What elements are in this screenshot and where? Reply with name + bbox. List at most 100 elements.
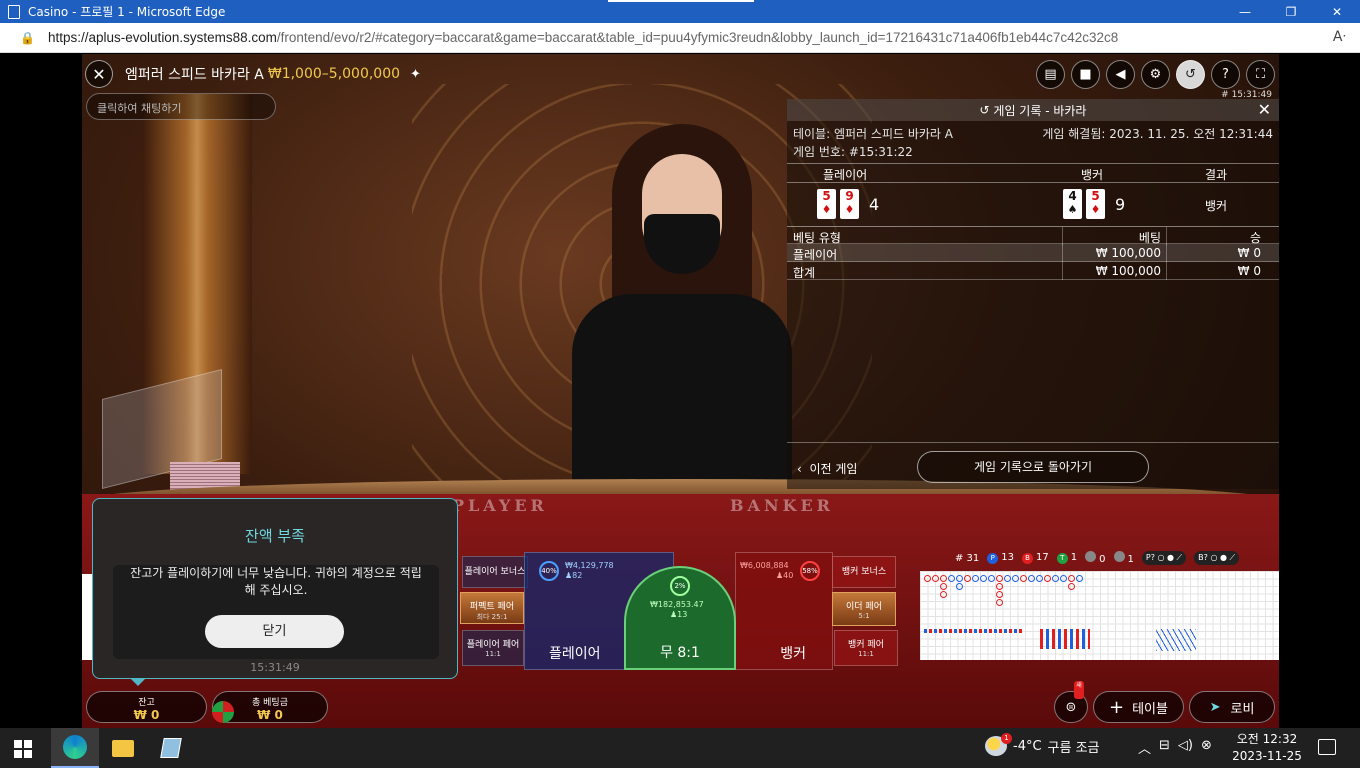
help-icon[interactable]: ? <box>1211 60 1240 89</box>
address-bar[interactable]: 🔒 https://aplus-evolution.systems88.com/… <box>0 23 1360 53</box>
close-history-icon[interactable]: ✕ <box>1258 100 1271 119</box>
folder-icon <box>112 739 134 757</box>
tie-pct: 2% <box>670 576 690 596</box>
tie-label: 무 8:1 <box>660 645 700 661</box>
history-table: 테이블: 엠퍼러 스피드 바카라 A <box>793 127 953 141</box>
banker-score: 9 <box>1115 195 1126 214</box>
banker-bet-spot[interactable]: ₩6,008,884 ♟40 58% 뱅커 <box>735 552 833 670</box>
browser-tab-icon <box>8 4 20 19</box>
close-dialog-button[interactable]: 닫기 <box>205 615 344 648</box>
weather-desc: 구름 조금 <box>1047 740 1100 756</box>
chat-icon[interactable]: ▤ <box>1036 60 1065 89</box>
previous-game-link[interactable]: ‹ 이전 게임 <box>797 460 857 477</box>
plus-icon: + <box>1109 696 1125 718</box>
history-footer: ‹ 이전 게임 게임 기록으로 돌아가기 <box>787 442 1279 489</box>
balance-pill[interactable]: 잔고 ₩ 0 <box>86 691 207 723</box>
table-limit: ₩1,000–5,000,000 <box>267 66 401 82</box>
tie-bet-spot[interactable]: 2% ₩182,853.47 ♟13 무 8:1 <box>624 566 736 670</box>
player-amount: ₩4,129,778 <box>565 561 614 570</box>
mute-x-icon[interactable]: ⊗ <box>1201 738 1212 757</box>
either-pair-spot[interactable]: 이더 페어 5:1 <box>832 592 896 626</box>
video-icon[interactable]: ■ <box>1071 60 1100 89</box>
banker-pair-spot[interactable]: 뱅커 페어 11:1 <box>834 630 898 666</box>
perfect-pair-spot[interactable]: 퍼펙트 페어 최다 25:1 <box>460 592 524 624</box>
felt-player-text: PLAYER <box>452 496 548 515</box>
dialog-time: 15:31:49 <box>250 661 300 674</box>
window-titlebar: Casino - 프로필 1 - Microsoft Edge — ❐ ✕ <box>0 0 1360 23</box>
banker-pair-count: 1 <box>1113 551 1134 565</box>
new-badge: 새 <box>1074 681 1084 699</box>
chevron-left-icon: ‹ <box>797 462 810 476</box>
close-game-button[interactable]: ✕ <box>85 60 113 88</box>
volume-icon[interactable]: ◁) <box>1178 738 1193 757</box>
restore-icon[interactable]: ❐ <box>1268 0 1314 23</box>
letterbox-right <box>1279 54 1360 728</box>
table-row: 합계 ₩ 100,000 ₩ 0 <box>787 262 1279 280</box>
banker-bonus-spot[interactable]: 뱅커 보너스 <box>832 556 896 588</box>
table-row: 플레이어 ₩ 100,000 ₩ 0 <box>787 244 1279 262</box>
back-to-history-button[interactable]: 게임 기록으로 돌아가기 <box>917 451 1149 483</box>
chat-input[interactable]: 클릭하여 채팅하기 <box>86 93 276 120</box>
history-info: 테이블: 엠퍼러 스피드 바카라 A 게임 번호: #15:31:22 게임 해… <box>787 121 1279 163</box>
history-title: 게임 기록 - 바카라 <box>993 103 1087 118</box>
banker-predict-button[interactable]: B? ○ ● ⟋ <box>1194 551 1240 565</box>
lobby-arrow-icon: ➤ <box>1209 699 1221 715</box>
felt-banker-text: BANKER <box>730 496 834 515</box>
explorer-taskbar-button[interactable] <box>99 728 147 768</box>
lock-icon[interactable]: 🔒 <box>20 31 35 45</box>
network-icon[interactable]: ⊟ <box>1159 738 1170 757</box>
weather-widget[interactable]: 1 -4°C 구름 조금 <box>985 733 1100 756</box>
minimize-icon[interactable]: — <box>1222 0 1268 23</box>
banker-amount: ₩6,008,884 <box>740 561 789 570</box>
col-banker: 뱅커 <box>1081 168 1104 182</box>
lobby-button[interactable]: ➤ 로비 <box>1189 691 1275 723</box>
notepad-icon <box>160 738 182 758</box>
game-history-panel: ↺ 게임 기록 - 바카라 ✕ 테이블: 엠퍼러 스피드 바카라 A 게임 번호… <box>787 99 1279 489</box>
notepad-taskbar-button[interactable] <box>147 728 195 768</box>
player-bonus-spot[interactable]: 플레이어 보너스 <box>462 556 528 588</box>
settings-gear-icon[interactable]: ⚙ <box>1141 60 1170 89</box>
dialog-tail <box>130 678 146 686</box>
chevron-up-icon[interactable]: ︿ <box>1138 738 1151 757</box>
url-text[interactable]: https://aplus-evolution.systems88.com/fr… <box>48 30 1118 45</box>
banker-card-2: 5 ♦ <box>1086 189 1105 219</box>
pin-icon[interactable]: ✦ <box>410 67 421 82</box>
close-window-icon[interactable]: ✕ <box>1314 0 1360 23</box>
chip-icon[interactable] <box>212 701 234 723</box>
sound-icon[interactable]: ◀ <box>1106 60 1135 89</box>
edge-taskbar-button[interactable] <box>51 728 99 768</box>
road-stats: # 31 P 13 B 17 T1 0 1 P? ○ ● ⟋ B? ○ ● ⟋ <box>955 550 1240 566</box>
windows-start-icon[interactable] <box>14 740 32 758</box>
banker-label: 뱅커 <box>780 646 806 662</box>
player-pair-spot[interactable]: 플레이어 페어 11:1 <box>462 630 524 666</box>
dialog-message: 잔고가 플레이하기에 너무 낮습니다. 귀하의 계정으로 적립해 주십시오. <box>130 566 422 597</box>
banker-card-1: 4 ♠ <box>1063 189 1082 219</box>
history-icon[interactable]: ↺ <box>1176 60 1205 89</box>
read-aloud-icon[interactable]: A͏ᐧ <box>1333 29 1346 45</box>
history-settled: 게임 해결됨: 2023. 11. 25. 오전 12:31:44 <box>1042 127 1273 141</box>
player-card-1: 5 ♦ <box>817 189 836 219</box>
bet-table-header: 베팅 유형 베팅 승 <box>787 226 1279 245</box>
tie-count: ♟13 <box>670 610 688 619</box>
taskbar-clock[interactable]: 오전 12:32 2023-11-25 <box>1232 731 1302 765</box>
player-predict-button[interactable]: P? ○ ● ⟋ <box>1141 551 1187 565</box>
table-button[interactable]: + 테이블 <box>1093 691 1184 723</box>
player-pct: 40% <box>539 561 559 581</box>
tie-amount: ₩182,853.47 <box>650 600 704 609</box>
dialog-title: 잔액 부족 <box>245 527 305 545</box>
table-name: 엠퍼러 스피드 바카라 A <box>125 67 264 83</box>
roadmap-grid[interactable] <box>920 571 1279 660</box>
col-result: 결과 <box>1205 168 1228 182</box>
player-card-2: 9 ♦ <box>840 189 859 219</box>
chip-stack-icon: ⊜ <box>1065 699 1077 715</box>
letterbox-left <box>0 54 82 728</box>
history-round: 게임 번호: #15:31:22 <box>793 145 913 159</box>
fullscreen-icon[interactable]: ⛶ <box>1246 60 1275 89</box>
banker-count: ♟40 <box>776 571 794 580</box>
result-row: 5 ♦ 9 ♦ 4 4 ♠ 5 ♦ 9 뱅커 <box>787 183 1279 225</box>
window-title: Casino - 프로필 1 - Microsoft Edge <box>28 5 226 19</box>
insufficient-balance-dialog: 잔액 부족 잔고가 플레이하기에 너무 낮습니다. 귀하의 계정으로 적립해 주… <box>92 498 458 679</box>
notification-icon[interactable] <box>1318 739 1336 755</box>
dealer <box>572 124 792 494</box>
close-icon: ✕ <box>92 64 106 84</box>
